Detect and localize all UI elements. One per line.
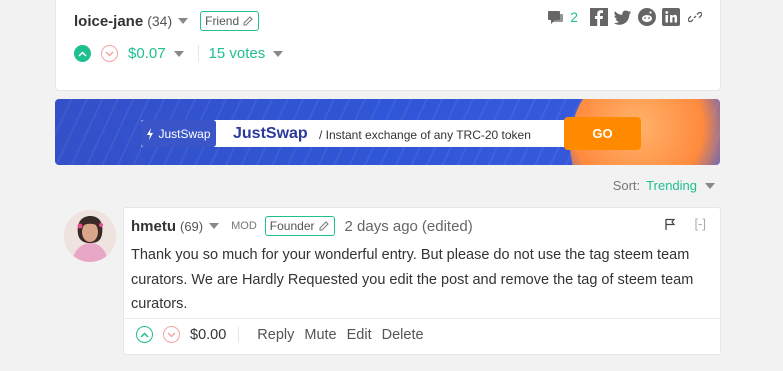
post-vote-row: $0.07 15 votes [74, 45, 284, 62]
comment-author-caret-icon[interactable] [209, 223, 220, 229]
banner-go-button[interactable]: GO [564, 117, 641, 150]
justswap-chip-label: JustSwap [158, 126, 211, 141]
comment-count[interactable]: 2 [570, 9, 578, 25]
comment-author-name[interactable]: hmetu [131, 218, 176, 235]
upvote-button[interactable] [74, 45, 91, 62]
delete-button[interactable]: Delete [382, 327, 424, 343]
founder-badge: Founder [264, 216, 335, 236]
comment-actions: $0.00 Reply Mute Edit Delete [136, 326, 424, 343]
chevron-down-icon [105, 50, 114, 57]
founder-badge-label: Founder [269, 219, 315, 233]
comment-body: Thank you so much for your wonderful ent… [131, 247, 694, 312]
avatar-image [64, 210, 116, 262]
comment-card: hmetu (69) MOD Founder 2 days ago (edite… [123, 207, 721, 355]
payout-dropdown-caret-icon [173, 50, 184, 57]
comment-payout[interactable]: $0.00 [190, 326, 240, 343]
comment-divider [124, 318, 720, 319]
post-author-name[interactable]: loice-jane [74, 13, 143, 30]
comment-author-reputation: (69) [180, 218, 204, 234]
comment-header: hmetu (69) MOD Founder 2 days ago (edite… [131, 216, 473, 236]
pencil-icon [319, 221, 329, 231]
twitter-icon[interactable] [614, 8, 632, 26]
comment-downvote-button[interactable] [163, 326, 180, 343]
comments-sort: Sort: Trending [613, 178, 715, 193]
justswap-logo-chip: JustSwap [141, 120, 216, 147]
linkedin-icon[interactable] [662, 8, 680, 26]
post-votes[interactable]: 15 votes [197, 45, 284, 62]
post-author-line: loice-jane (34) Friend [74, 11, 260, 31]
link-icon[interactable] [686, 8, 704, 26]
chevron-up-icon [140, 331, 149, 338]
justswap-logo-icon [147, 127, 154, 140]
post-payout-value: $0.07 [128, 45, 166, 62]
friend-badge-label: Friend [205, 14, 240, 28]
pencil-icon [243, 16, 253, 26]
comment-edited-label: (edited) [421, 217, 473, 235]
collapse-toggle[interactable]: [-] [694, 216, 706, 231]
post-payout[interactable]: $0.07 [128, 45, 184, 62]
downvote-button[interactable] [101, 45, 118, 62]
comment-upvote-button[interactable] [136, 326, 153, 343]
post-card: loice-jane (34) Friend 2 $0.07 15 votes [55, 0, 721, 91]
justswap-banner[interactable]: JustSwap JustSwap / Instant exchange of … [55, 99, 720, 165]
edit-button[interactable]: Edit [347, 327, 372, 343]
mute-button[interactable]: Mute [304, 327, 336, 343]
chevron-down-icon [167, 331, 176, 338]
friend-badge: Friend [200, 11, 260, 31]
post-author-reputation: (34) [147, 13, 173, 29]
avatar[interactable] [64, 210, 116, 262]
chevron-up-icon [78, 50, 87, 57]
reply-button[interactable]: Reply [257, 327, 294, 343]
sort-label: Sort: [612, 178, 641, 193]
banner-title: JustSwap [233, 125, 308, 142]
banner-tagline: / Instant exchange of any TRC-20 token [319, 128, 531, 142]
sort-dropdown-caret-icon[interactable] [705, 182, 715, 189]
comment-timestamp[interactable]: 2 days ago [345, 218, 418, 235]
facebook-icon[interactable] [590, 8, 608, 26]
mod-label: MOD [231, 220, 257, 232]
comments-icon[interactable] [547, 10, 564, 25]
reddit-icon[interactable] [638, 8, 656, 26]
author-dropdown-caret-icon[interactable] [178, 18, 189, 24]
flag-icon[interactable] [664, 218, 676, 231]
sort-dropdown[interactable]: Trending [646, 178, 697, 193]
votes-dropdown-caret-icon [273, 50, 284, 57]
share-bar: 2 [547, 8, 704, 26]
post-votes-count: 15 votes [208, 45, 266, 62]
